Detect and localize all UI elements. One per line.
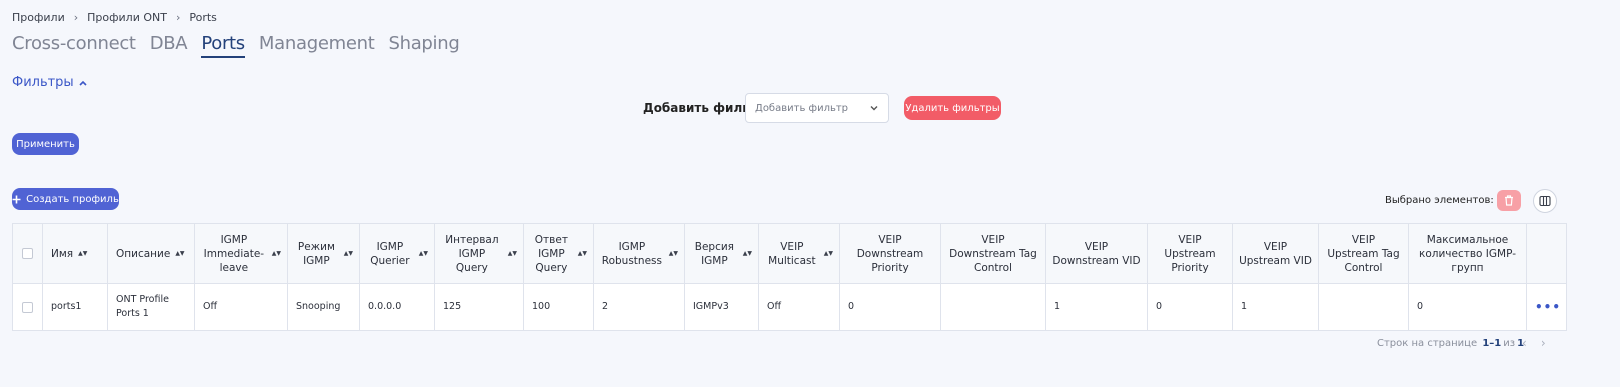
table-cell: 0 [1408, 283, 1527, 331]
column-header[interactable]: Режим IGMP ▲▼ [287, 223, 360, 284]
table-cell [1318, 283, 1409, 331]
table-cell: IGMPv3 [684, 283, 759, 331]
tab-shaping[interactable]: Shaping [388, 33, 459, 58]
row-select-cell [12, 283, 43, 331]
chevron-left-icon[interactable]: ‹ [1522, 336, 1527, 350]
table-cell: ONT Profile Ports 1 [107, 283, 195, 331]
sort-icon: ▲▼ [343, 249, 353, 257]
column-header[interactable]: Описание ▲▼ [107, 223, 195, 284]
actions-header [1526, 223, 1567, 284]
column-header[interactable]: Интервал IGMP Query ▲▼ [434, 223, 524, 284]
table-cell [940, 283, 1046, 331]
trash-icon [1505, 195, 1513, 206]
chevron-up-icon [79, 80, 87, 86]
breadcrumb: Профили › Профили ONT › Ports [12, 11, 217, 24]
sort-icon: ▲▼ [742, 249, 752, 257]
pagination-controls: ‹ › [1522, 336, 1546, 350]
chevron-right-icon[interactable]: › [1541, 336, 1546, 350]
breadcrumb-item-ont-profiles[interactable]: Профили ONT [87, 11, 167, 24]
select-all-checkbox[interactable] [22, 248, 33, 259]
column-header[interactable]: Версия IGMP ▲▼ [684, 223, 759, 284]
tab-cross-connect[interactable]: Cross-connect [12, 33, 136, 58]
chevron-right-icon: › [73, 11, 79, 24]
table-cell: 2 [593, 283, 685, 331]
table-cell: 0 [839, 283, 941, 331]
plus-icon [12, 195, 21, 203]
table-header-row: Имя ▲▼ Описание ▲▼ IGMP Immediate-leave ▲▼ … [12, 223, 1567, 284]
column-header[interactable]: VEIP Upstream VID [1232, 223, 1319, 284]
column-header[interactable]: IGMP Immediate-leave ▲▼ [194, 223, 288, 284]
tab-ports[interactable]: Ports [201, 33, 245, 58]
column-header[interactable]: VEIP Downstream Priority [839, 223, 941, 284]
create-profile-button[interactable]: Создать профиль [12, 188, 119, 210]
column-header[interactable]: VEIP Downstream Tag Control [940, 223, 1046, 284]
columns-settings-button[interactable] [1533, 189, 1557, 213]
row-actions-cell: ••• [1526, 283, 1567, 331]
breadcrumb-item-ports: Ports [189, 11, 217, 24]
table-cell: Off [758, 283, 840, 331]
chevron-right-icon: › [175, 11, 181, 24]
chevron-down-icon [870, 106, 878, 111]
table-cell: ports1 [42, 283, 108, 331]
columns-icon [1539, 195, 1551, 207]
table-cell: 125 [434, 283, 524, 331]
add-filter-select[interactable]: Добавить фильтр [745, 93, 889, 123]
rows-per-page-label: Строк на странице [1377, 338, 1478, 349]
sort-icon: ▲▼ [668, 249, 678, 257]
row-checkbox[interactable] [22, 301, 33, 313]
profile-tabs: Cross-connect DBA Ports Management Shapi… [12, 33, 474, 58]
selected-count: Выбрано элементов: 0 [1385, 195, 1504, 206]
table-cell: 0.0.0.0 [359, 283, 435, 331]
table-cell: 1 [1232, 283, 1319, 331]
sort-icon: ▲▼ [418, 249, 428, 257]
sort-icon: ▲▼ [78, 249, 88, 257]
column-header[interactable]: VEIP Multicast ▲▼ [758, 223, 840, 284]
clear-filters-button[interactable]: Удалить фильтры [904, 96, 1001, 120]
column-header[interactable]: IGMP Querier ▲▼ [359, 223, 435, 284]
sort-icon: ▲▼ [271, 249, 281, 257]
breadcrumb-item-profiles[interactable]: Профили [12, 11, 65, 24]
table-cell: 100 [523, 283, 594, 331]
sort-icon: ▲▼ [823, 249, 833, 257]
column-header[interactable]: Имя ▲▼ [42, 223, 108, 284]
column-header[interactable]: Максимальное количество IGMP-групп [1408, 223, 1527, 284]
select-all-cell [12, 223, 43, 284]
of-label: из [1503, 338, 1516, 349]
table-cell: 1 [1045, 283, 1148, 331]
column-header[interactable]: Ответ IGMP Query ▲▼ [523, 223, 594, 284]
add-filter-placeholder: Добавить фильтр [755, 102, 849, 114]
column-header[interactable]: VEIP Upstream Tag Control [1318, 223, 1409, 284]
tab-management[interactable]: Management [259, 33, 375, 58]
table-cell: 0 [1147, 283, 1233, 331]
column-header[interactable]: VEIP Downstream VID [1045, 223, 1148, 284]
filters-toggle-label: Фильтры [12, 75, 74, 90]
sort-icon: ▲▼ [577, 249, 587, 257]
sort-icon: ▲▼ [507, 249, 517, 257]
page-range: 1–1 [1482, 338, 1502, 349]
more-actions-icon[interactable]: ••• [1535, 300, 1560, 314]
pagination-info: Строк на странице 1–1 из 1 [1377, 338, 1524, 349]
delete-selected-button[interactable] [1497, 190, 1521, 211]
sort-icon: ▲▼ [175, 249, 185, 257]
column-header[interactable]: IGMP Robustness ▲▼ [593, 223, 685, 284]
apply-filters-button[interactable]: Применить [12, 133, 79, 155]
table-row[interactable]: ports1 ONT Profile Ports 1 Off Snooping … [12, 283, 1567, 331]
column-header[interactable]: VEIP Upstream Priority [1147, 223, 1233, 284]
filters-toggle[interactable]: Фильтры [12, 75, 88, 90]
tab-dba[interactable]: DBA [150, 33, 188, 58]
table-cell: Snooping [287, 283, 360, 331]
table-cell: Off [194, 283, 288, 331]
create-profile-label: Создать профиль [26, 193, 119, 205]
profiles-table: Имя ▲▼ Описание ▲▼ IGMP Immediate-leave ▲▼ … [12, 223, 1567, 331]
